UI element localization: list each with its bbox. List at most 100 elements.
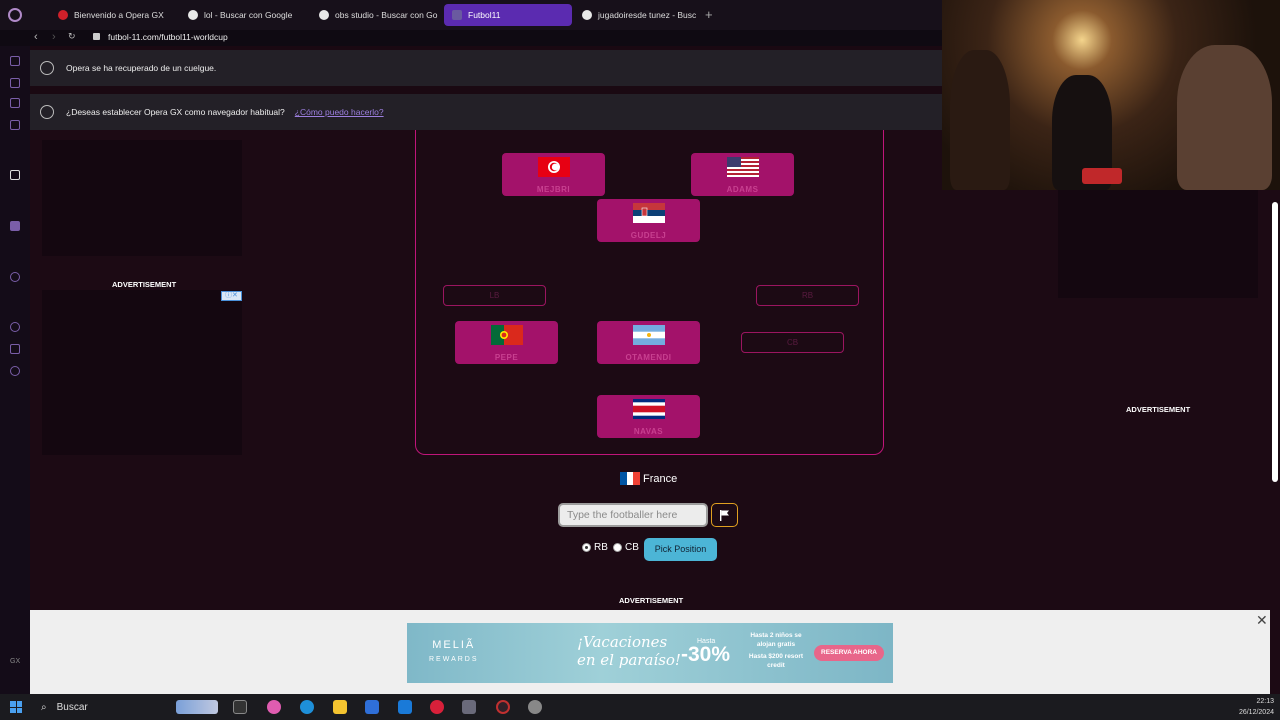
opera-icon <box>58 10 68 20</box>
scrollbar-thumb[interactable] <box>1272 202 1278 482</box>
edge-icon[interactable] <box>300 700 314 714</box>
pick-position-button[interactable]: Pick Position <box>644 538 717 561</box>
player-card[interactable]: GUDELJ <box>597 199 700 242</box>
tab-manager-icon[interactable] <box>30 4 38 26</box>
obs-icon[interactable] <box>496 700 510 714</box>
slot-label: LB <box>489 291 500 300</box>
tab-google-obs[interactable]: obs studio - Buscar con Go <box>311 4 441 26</box>
slot-label: RB <box>801 291 814 300</box>
webcam-person <box>1177 45 1272 190</box>
melia-banner[interactable]: MELIÃ REWARDS ¡Vacaciones en el paraíso!… <box>407 623 893 683</box>
scrollbar[interactable] <box>1270 190 1280 694</box>
sidebar-gx-control-icon[interactable] <box>10 56 20 66</box>
webcam-overlay <box>942 0 1280 190</box>
ad-label-bottom: ADVERTISEMENT <box>619 596 684 605</box>
mail-icon[interactable] <box>398 700 412 714</box>
google-icon <box>582 10 592 20</box>
ad-label-right: ADVERTISEMENT <box>1126 405 1191 414</box>
player-name: MEJBRI <box>536 185 571 194</box>
settings-gear-icon[interactable] <box>528 700 542 714</box>
player-card[interactable]: PEPE <box>455 321 558 364</box>
lock-icon <box>93 33 100 40</box>
player-card[interactable]: MEJBRI <box>502 153 605 196</box>
position-option-cb[interactable]: CB <box>613 542 639 553</box>
sidebar-extensions-icon[interactable] <box>10 344 20 354</box>
radio-cb[interactable] <box>613 543 622 552</box>
tab-bienvenido[interactable]: Bienvenido a Opera GX <box>50 4 180 26</box>
info-line-1: Hasta 2 niños se alojan gratis <box>750 632 802 648</box>
player-card[interactable]: ADAMS <box>691 153 794 196</box>
futbol11-icon <box>452 10 462 20</box>
sidebar-twitch-app-icon[interactable] <box>10 221 20 231</box>
radio-label: RB <box>594 542 608 553</box>
app-taskbar-icon[interactable] <box>462 700 476 714</box>
opera-gx-taskbar-icon[interactable] <box>430 700 444 714</box>
url-field[interactable]: futbol-11.com/futbol11-worldcup <box>108 32 228 42</box>
windows-start-icon[interactable] <box>10 701 22 713</box>
opera-gx-logo-icon[interactable] <box>0 0 30 30</box>
tab-label: Bienvenido a Opera GX <box>74 10 164 20</box>
tab-futbol11[interactable]: Futbol11 <box>444 4 572 26</box>
radio-label: CB <box>625 542 639 553</box>
slot-rb[interactable]: RB <box>756 285 859 306</box>
sidebar-discord-icon[interactable] <box>10 120 20 130</box>
current-country: France <box>620 472 677 485</box>
serbia-flag-icon <box>633 203 665 223</box>
store-icon[interactable] <box>365 700 379 714</box>
brand-sub: REWARDS <box>429 656 479 663</box>
slot-cb[interactable]: CB <box>741 332 844 353</box>
search-label: Buscar <box>56 701 88 713</box>
search-highlight-icon[interactable] <box>176 700 218 714</box>
player-card[interactable]: OTAMENDI <box>597 321 700 364</box>
opera-notice-icon <box>40 61 54 75</box>
give-up-button[interactable] <box>711 503 738 527</box>
copilot-icon[interactable] <box>267 700 281 714</box>
radio-rb[interactable] <box>582 543 591 552</box>
sidebar-play-icon[interactable] <box>10 272 20 282</box>
sidebar: GX <box>0 46 30 694</box>
discount-value: -30% <box>681 643 731 666</box>
tab-label: lol - Buscar con Google <box>204 10 293 20</box>
google-icon <box>319 10 329 20</box>
close-icon[interactable]: ✕ <box>1256 612 1268 629</box>
task-view-icon[interactable] <box>233 700 247 714</box>
back-icon[interactable]: ‹ <box>34 31 38 43</box>
footballer-input[interactable] <box>558 503 708 527</box>
reload-icon[interactable]: ↻ <box>68 31 76 42</box>
sidebar-gx-corner-icon[interactable] <box>10 78 20 88</box>
adchoices-icon[interactable]: ⓘ✕ <box>221 291 242 301</box>
player-name: ADAMS <box>726 185 759 194</box>
banner-brand: MELIÃ REWARDS <box>429 639 479 666</box>
sidebar-gx-label: GX <box>10 658 21 665</box>
tab-google-jugadores[interactable]: jugadoiresde tunez - Busc <box>574 4 700 26</box>
ad-slot-top-left <box>42 140 242 256</box>
sidebar-history-icon[interactable] <box>10 322 20 332</box>
sidebar-twitch-icon[interactable] <box>10 98 20 108</box>
notice-text: ¿Deseas establecer Opera GX como navegad… <box>66 107 285 117</box>
sidebar-settings-icon[interactable] <box>10 366 20 376</box>
sidebar-player-icon[interactable] <box>10 170 20 180</box>
ad-slot-right <box>1058 190 1258 298</box>
reserva-ahora-button[interactable]: RESERVA AHORA <box>814 645 884 661</box>
new-tab-icon[interactable]: + <box>705 8 713 21</box>
position-option-rb[interactable]: RB <box>582 542 608 553</box>
notice-text: Opera se ha recuperado de un cuelgue. <box>66 63 217 73</box>
costa-rica-flag-icon <box>633 399 665 419</box>
taskbar-clock[interactable]: 22:13 26/12/2024 <box>1232 696 1274 718</box>
how-to-link[interactable]: ¿Cómo puedo hacerlo? <box>295 107 384 117</box>
banner-info: Hasta 2 niños se alojan gratis Hasta $20… <box>741 631 811 670</box>
taskbar: ⌕ Buscar 22:13 26/12/2024 <box>0 694 1280 720</box>
headline-line-1: ¡Vacaciones <box>577 633 668 651</box>
banner-headline: ¡Vacaciones en el paraíso! <box>577 633 681 669</box>
player-card[interactable]: NAVAS <box>597 395 700 438</box>
tab-label: obs studio - Buscar con Go <box>335 10 438 20</box>
opera-notice-icon <box>40 105 54 119</box>
clock-date: 26/12/2024 <box>1238 709 1274 716</box>
player-name: PEPE <box>494 353 519 362</box>
clock-time: 22:13 <box>1256 698 1274 705</box>
file-explorer-icon[interactable] <box>333 700 347 714</box>
slot-lb[interactable]: LB <box>443 285 546 306</box>
tab-google-lol[interactable]: lol - Buscar con Google <box>180 4 310 26</box>
forward-icon[interactable]: › <box>52 31 56 43</box>
address-bar: ‹ › ↻ futbol-11.com/futbol11-worldcup <box>0 30 942 46</box>
